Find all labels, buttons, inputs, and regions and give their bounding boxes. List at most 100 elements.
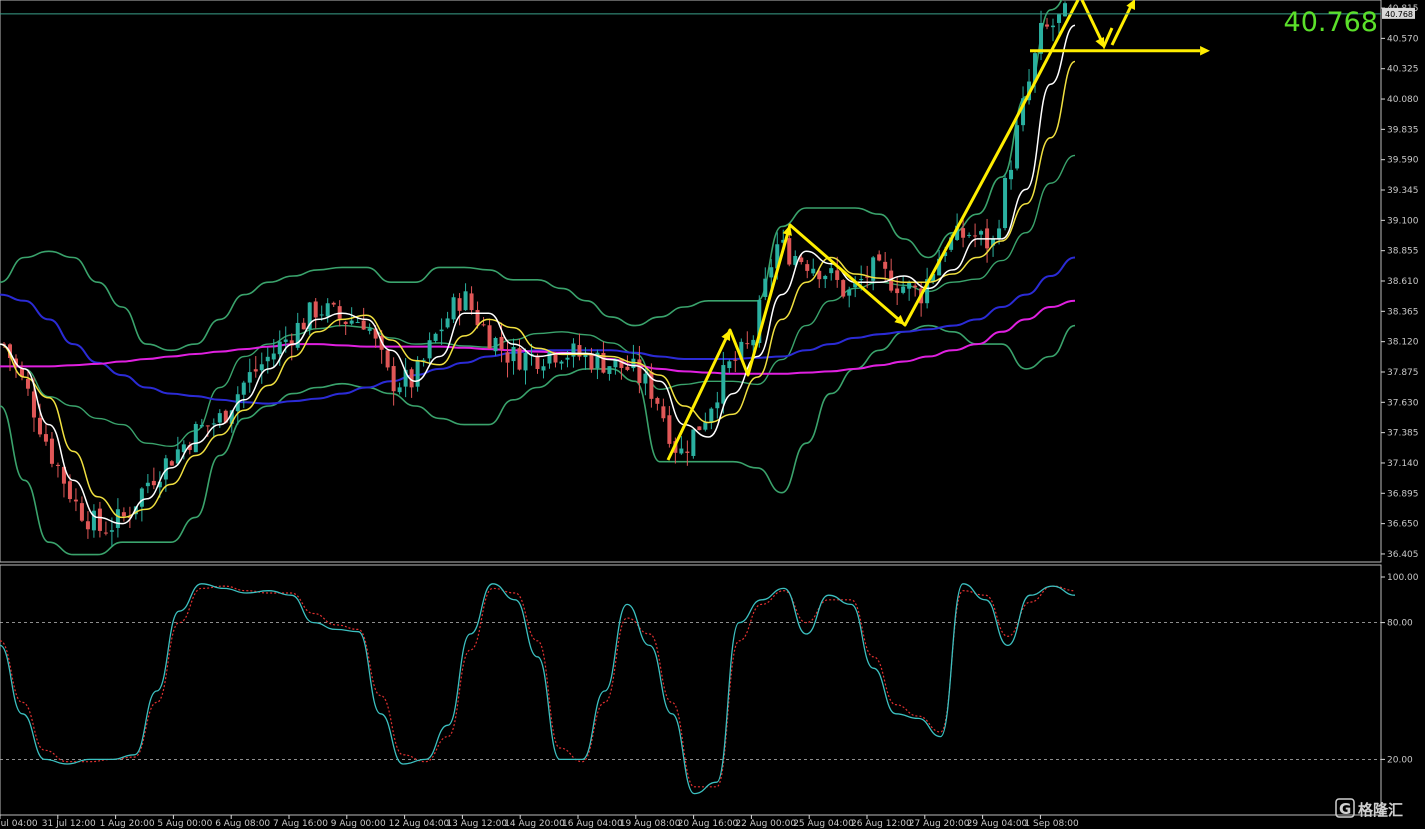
candle-body: [469, 293, 474, 311]
candle-body: [265, 356, 270, 362]
candle-body: [493, 338, 498, 352]
candle-body: [115, 509, 120, 528]
candle-body: [145, 482, 150, 487]
candle-body: [883, 261, 888, 269]
candle-body: [787, 238, 792, 265]
candle-body: [547, 351, 552, 364]
price-tick-label: 37.630: [1387, 398, 1419, 408]
candle-body: [355, 321, 360, 323]
candle-body: [31, 391, 36, 418]
candle-body: [271, 353, 276, 360]
candle-body: [751, 339, 756, 346]
price-tick-label: 40.325: [1387, 65, 1419, 75]
candle-body: [139, 488, 144, 507]
candle-body: [247, 372, 252, 383]
candle-body: [241, 382, 246, 395]
time-tick-label: 9 Aug 00:00: [331, 819, 386, 829]
candle-body: [589, 354, 594, 370]
stochastic-oscillator: [0, 583, 1076, 795]
candle-body: [511, 347, 516, 362]
ma-fast-line: [0, 24, 1076, 525]
candle-body: [805, 264, 810, 271]
time-tick-label: 20 Aug 16:00: [678, 819, 739, 829]
candle-body: [475, 309, 480, 326]
candle-body: [835, 270, 840, 280]
watermark: G 格隆汇: [1335, 798, 1403, 819]
time-tick-label: 16 Aug 04:00: [562, 819, 623, 829]
time-tick-label: 6 Aug 08:00: [215, 819, 270, 829]
candle-body: [1057, 14, 1062, 23]
candle-body: [385, 350, 390, 368]
candle-body: [643, 373, 648, 384]
time-tick-label: 13 Aug 12:00: [446, 819, 507, 829]
candle-body: [433, 333, 438, 341]
price-tick-label: 39.100: [1387, 216, 1419, 226]
oscillator-panel-frame: [0, 564, 1382, 816]
candle-body: [169, 461, 174, 466]
price-tick-label: 40.570: [1387, 34, 1419, 44]
candle-body: [625, 366, 630, 370]
candle-body: [67, 481, 72, 500]
candle-body: [517, 348, 522, 370]
price-tick-label: 37.140: [1387, 459, 1419, 469]
candle-body: [763, 278, 768, 297]
osc-tick-label: 80.00: [1387, 619, 1413, 629]
candle-body: [967, 234, 972, 236]
candle-body: [733, 359, 738, 361]
price-tick-label: 36.895: [1387, 489, 1419, 499]
candle-body: [523, 352, 528, 371]
candle-body: [427, 340, 432, 359]
candle-body: [367, 328, 372, 331]
candlesticks: [2, 1, 1067, 547]
candle-body: [361, 320, 366, 330]
time-axis: Jul 04:00 31 Jul 12:00 1 Aug 20:00 5 Aug 00…: [0, 815, 1079, 829]
oscillator-axis: 100.00 80.00 20.00: [0, 573, 1419, 765]
time-tick-label: 29 Aug 04:00: [967, 819, 1028, 829]
trend-annotations: [666, 0, 1210, 461]
candle-body: [199, 424, 204, 427]
candle-body: [709, 408, 714, 422]
candle-body: [811, 268, 816, 274]
forecast-up-line: [1110, 3, 1134, 46]
candle-body: [217, 413, 222, 423]
time-tick-label: 1 Sep 08:00: [1024, 819, 1079, 829]
candle-body: [895, 288, 900, 294]
candle-body: [277, 341, 282, 355]
candle-body: [913, 285, 918, 288]
candle-body: [859, 278, 864, 280]
stochastic-main-line: [0, 583, 1076, 795]
candle-body: [73, 499, 78, 502]
candle-body: [451, 297, 456, 320]
candle-body: [313, 301, 318, 318]
candle-body: [565, 357, 570, 360]
candle-body: [121, 512, 126, 517]
candle-body: [49, 438, 54, 464]
candle-body: [457, 298, 462, 311]
arrow-head-icon: [1200, 45, 1210, 56]
candle-body: [193, 423, 198, 453]
osc-tick-label: 20.00: [1387, 755, 1413, 765]
price-tick-label: 37.385: [1387, 429, 1419, 439]
candle-body: [499, 336, 504, 350]
candle-body: [745, 343, 750, 345]
candle-body: [283, 339, 288, 342]
candle-body: [1045, 24, 1050, 27]
candle-body: [97, 508, 102, 531]
candle-body: [727, 361, 732, 369]
candle-body: [325, 303, 330, 317]
candle-body: [829, 268, 834, 274]
price-tick-label: 36.405: [1387, 550, 1419, 560]
candle-body: [1039, 22, 1044, 54]
candle-body: [661, 406, 666, 419]
price-tick-label: 39.590: [1387, 156, 1419, 166]
candle-body: [907, 282, 912, 289]
candle-body: [679, 448, 684, 454]
candle-body: [1009, 169, 1014, 180]
candle-body: [55, 464, 60, 467]
bollinger-bands: [0, 0, 1076, 556]
candle-body: [205, 425, 210, 427]
candle-body: [553, 354, 558, 363]
candle-body: [505, 352, 510, 363]
candle-body: [301, 322, 306, 330]
candle-body: [667, 415, 672, 444]
